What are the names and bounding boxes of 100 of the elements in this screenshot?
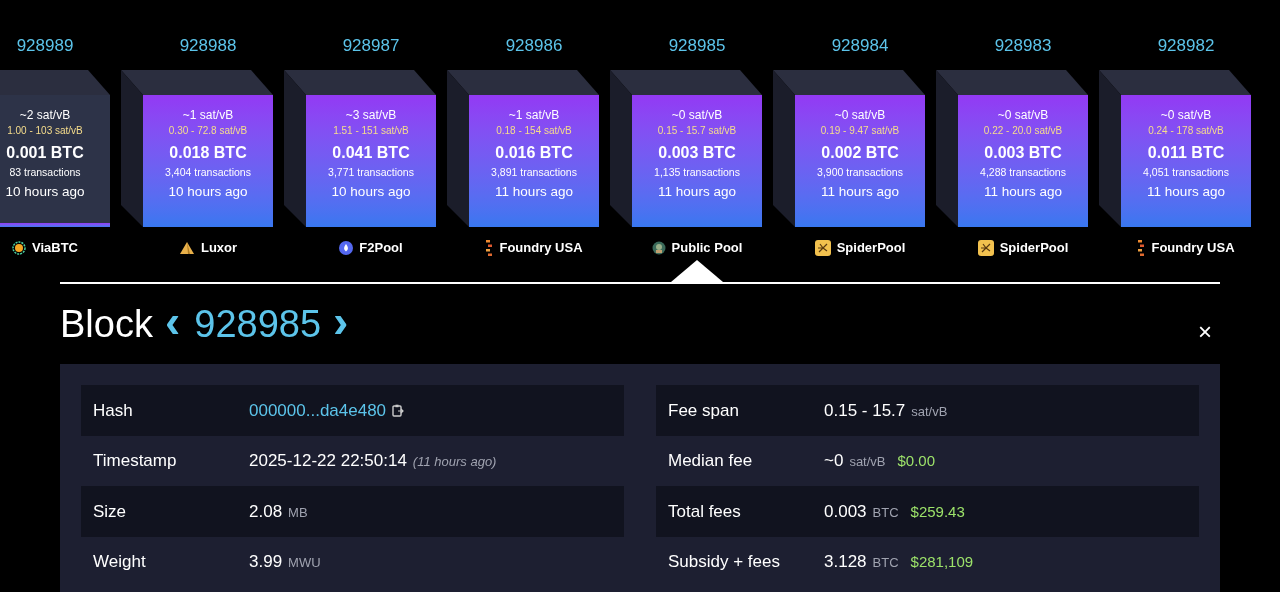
fee-range: 0.22 - 20.0 sat/vB bbox=[983, 124, 1063, 138]
fiat-value: $0.00 bbox=[897, 451, 936, 471]
row-label: Size bbox=[93, 500, 128, 523]
row-value: 3.128 bbox=[824, 551, 867, 573]
transaction-count: 83 transactions bbox=[9, 165, 81, 179]
pool-label: Public Pool bbox=[671, 240, 743, 256]
block-reward: 0.003 BTC bbox=[658, 143, 736, 163]
row-value: ~0 bbox=[824, 450, 844, 472]
block-age: 10 hours ago bbox=[168, 183, 248, 201]
value-unit: sat/vB bbox=[911, 402, 948, 421]
pool-name[interactable]: Luxor bbox=[178, 240, 238, 256]
pool-label: SpiderPool bbox=[999, 240, 1069, 256]
block-height[interactable]: 928982 bbox=[1157, 34, 1215, 58]
block-height[interactable]: 928987 bbox=[342, 34, 400, 58]
value-unit: MB bbox=[288, 503, 308, 522]
block-card[interactable]: ~1 sat/vB 0.18 - 154 sat/vB 0.016 BTC 3,891 transactions 11 hours ago bbox=[469, 95, 599, 227]
row-value: 0.15 - 15.7 bbox=[824, 399, 906, 422]
fee-range: 0.18 - 154 sat/vB bbox=[496, 124, 572, 138]
spider-icon bbox=[977, 240, 994, 256]
stripes-icon bbox=[1137, 240, 1146, 256]
block-height[interactable]: 928983 bbox=[994, 34, 1052, 58]
transaction-count: 4,051 transactions bbox=[1143, 165, 1229, 179]
spider-icon bbox=[814, 240, 831, 256]
fee-range: 0.19 - 9.47 sat/vB bbox=[820, 124, 900, 138]
block-age: 11 hours ago bbox=[1147, 183, 1225, 201]
block-age: 11 hours ago bbox=[984, 183, 1062, 201]
coin-icon bbox=[12, 241, 26, 255]
value-unit: MWU bbox=[288, 554, 321, 572]
median-fee: ~2 sat/vB bbox=[19, 107, 71, 123]
block-height[interactable]: 928986 bbox=[505, 34, 563, 58]
transaction-count: 1,135 transactions bbox=[654, 165, 740, 179]
fiat-value: $259.43 bbox=[910, 501, 965, 522]
row-label: Hash bbox=[93, 399, 134, 422]
block-reward: 0.018 BTC bbox=[169, 143, 247, 163]
transaction-count: 3,771 transactions bbox=[328, 165, 414, 179]
block-height[interactable]: 928984 bbox=[831, 34, 889, 58]
block-height[interactable]: 928989 bbox=[16, 34, 74, 58]
row-label: Timestamp bbox=[93, 450, 178, 472]
block-card[interactable]: ~0 sat/vB 0.22 - 20.0 sat/vB 0.003 BTC 4,288 transactions 11 hours ago bbox=[958, 95, 1088, 227]
close-button[interactable]: × bbox=[1198, 320, 1212, 344]
pool-label: Luxor bbox=[200, 240, 238, 256]
copy-icon[interactable] bbox=[392, 403, 405, 417]
next-block-button[interactable]: › bbox=[333, 301, 349, 347]
block-age: 11 hours ago bbox=[658, 183, 736, 201]
block-reward: 0.041 BTC bbox=[332, 143, 410, 163]
block-reward: 0.003 BTC bbox=[984, 143, 1062, 163]
block-card[interactable]: ~0 sat/vB 0.19 - 9.47 sat/vB 0.002 BTC 3,900 transactions 11 hours ago bbox=[795, 95, 925, 227]
transaction-count: 3,404 transactions bbox=[165, 165, 251, 179]
block-age: 11 hours ago bbox=[495, 183, 573, 201]
transaction-count: 3,900 transactions bbox=[817, 165, 903, 179]
row-label: Median fee bbox=[668, 450, 754, 472]
row-value: 2.08 bbox=[249, 500, 283, 523]
fee-range: 1.00 - 103 sat/vB bbox=[7, 124, 83, 138]
value-unit: BTC bbox=[872, 554, 899, 572]
median-fee: ~1 sat/vB bbox=[182, 107, 234, 123]
row-label: Subsidy + fees bbox=[668, 551, 781, 573]
pool-name[interactable]: SpiderPool bbox=[977, 240, 1069, 256]
median-fee: ~0 sat/vB bbox=[671, 107, 723, 123]
block-reward: 0.016 BTC bbox=[495, 143, 573, 163]
fee-range: 0.24 - 178 sat/vB bbox=[1148, 124, 1224, 138]
block-card[interactable]: ~0 sat/vB 0.24 - 178 sat/vB 0.011 BTC 4,051 transactions 11 hours ago bbox=[1121, 95, 1251, 227]
median-fee: ~0 sat/vB bbox=[997, 107, 1049, 123]
previous-block-button[interactable]: ‹ bbox=[164, 301, 181, 347]
block-card[interactable]: ~3 sat/vB 1.51 - 151 sat/vB 0.041 BTC 3,771 transactions 10 hours ago bbox=[306, 95, 436, 227]
hash-link[interactable]: 000000...da4e480 bbox=[249, 397, 387, 423]
block-card[interactable]: ~0 sat/vB 0.15 - 15.7 sat/vB 0.003 BTC 1,135 transactions 11 hours ago bbox=[632, 95, 762, 227]
pool-name[interactable]: Public Pool bbox=[651, 240, 743, 256]
block-height[interactable]: 928985 bbox=[668, 34, 726, 58]
block-number: 928985 bbox=[194, 301, 322, 347]
block-reward: 0.011 BTC bbox=[1147, 143, 1225, 163]
row-label: Total fees bbox=[668, 500, 742, 523]
fee-range: 0.30 - 72.8 sat/vB bbox=[168, 124, 248, 138]
transaction-count: 4,288 transactions bbox=[980, 165, 1066, 179]
median-fee: ~0 sat/vB bbox=[834, 107, 886, 123]
row-value: 3.99 bbox=[249, 551, 283, 573]
block-title: Block bbox=[60, 301, 153, 347]
value-unit: BTC bbox=[872, 503, 899, 522]
pool-name[interactable]: SpiderPool bbox=[814, 240, 906, 256]
block-age: 10 hours ago bbox=[331, 183, 411, 201]
row-value: 2025-12-22 22:50:14 bbox=[249, 450, 407, 472]
pool-name[interactable]: F2Pool bbox=[339, 240, 403, 256]
block-reward: 0.002 BTC bbox=[821, 143, 899, 163]
drop-icon bbox=[339, 241, 354, 255]
block-card[interactable]: ~1 sat/vB 0.30 - 72.8 sat/vB 0.018 BTC 3,404 transactions 10 hours ago bbox=[143, 95, 273, 227]
stripes-icon bbox=[485, 240, 494, 256]
row-label: Fee span bbox=[668, 399, 740, 422]
relative-time: (11 hours ago) bbox=[412, 453, 497, 471]
fee-range: 0.15 - 15.7 sat/vB bbox=[657, 124, 737, 138]
block-age: 10 hours ago bbox=[5, 183, 85, 201]
block-height[interactable]: 928988 bbox=[179, 34, 237, 58]
pool-name[interactable]: ViaBTC bbox=[12, 240, 78, 256]
pool-label: ViaBTC bbox=[32, 240, 78, 256]
block-age: 11 hours ago bbox=[821, 183, 899, 201]
transaction-count: 3,891 transactions bbox=[491, 165, 577, 179]
median-fee: ~3 sat/vB bbox=[345, 107, 397, 123]
block-reward: 0.001 BTC bbox=[6, 143, 84, 163]
block-card[interactable]: ~2 sat/vB 1.00 - 103 sat/vB 0.001 BTC 83 transactions 10 hours ago bbox=[0, 95, 110, 227]
row-value: 0.003 bbox=[824, 500, 867, 523]
median-fee: ~1 sat/vB bbox=[508, 107, 560, 123]
fiat-value: $281,109 bbox=[910, 552, 974, 572]
